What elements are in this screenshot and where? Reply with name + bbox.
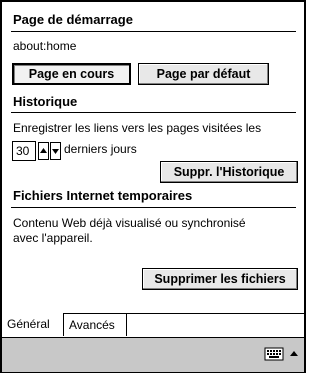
input-panel-toggle[interactable] [288,346,300,362]
tab-general[interactable]: Général [2,313,64,336]
up-arrow-icon [290,351,298,356]
default-page-button[interactable]: Page par défaut [138,63,269,85]
delete-files-button[interactable]: Supprimer les fichiers [142,268,298,290]
clear-history-button[interactable]: Suppr. l'Historique [160,161,298,183]
tab-advanced-label: Avancés [69,318,115,332]
temp-files-description-line1: Contenu Web déjà visualisé ou synchronis… [13,216,246,230]
arrow-down-icon [52,149,59,154]
tab-strip-filler-border [127,313,304,314]
startup-divider [11,31,296,32]
temp-files-divider [11,207,296,208]
arrow-up-icon [40,148,47,153]
history-days-label: derniers jours [64,142,137,156]
temp-files-description-line2: avec l'appareil. [13,231,93,245]
history-description: Enregistrer les liens vers les pages vis… [13,121,262,135]
startup-section-title: Page de démarrage [13,12,133,27]
current-page-button[interactable]: Page en cours [12,63,131,85]
tab-general-label: Général [7,317,50,331]
days-up-button[interactable] [38,142,49,160]
days-down-button[interactable] [50,142,61,160]
history-section-title: Historique [13,94,78,109]
keyboard-button[interactable] [264,346,284,362]
history-divider [11,112,296,113]
tab-advanced[interactable]: Avancés [64,313,127,336]
home-url-field[interactable]: about:home [13,39,76,53]
history-days-input[interactable]: 30 [12,141,36,161]
temp-files-section-title: Fichiers Internet temporaires [13,188,193,203]
keyboard-icon [264,347,284,361]
bottom-taskbar [2,337,304,372]
